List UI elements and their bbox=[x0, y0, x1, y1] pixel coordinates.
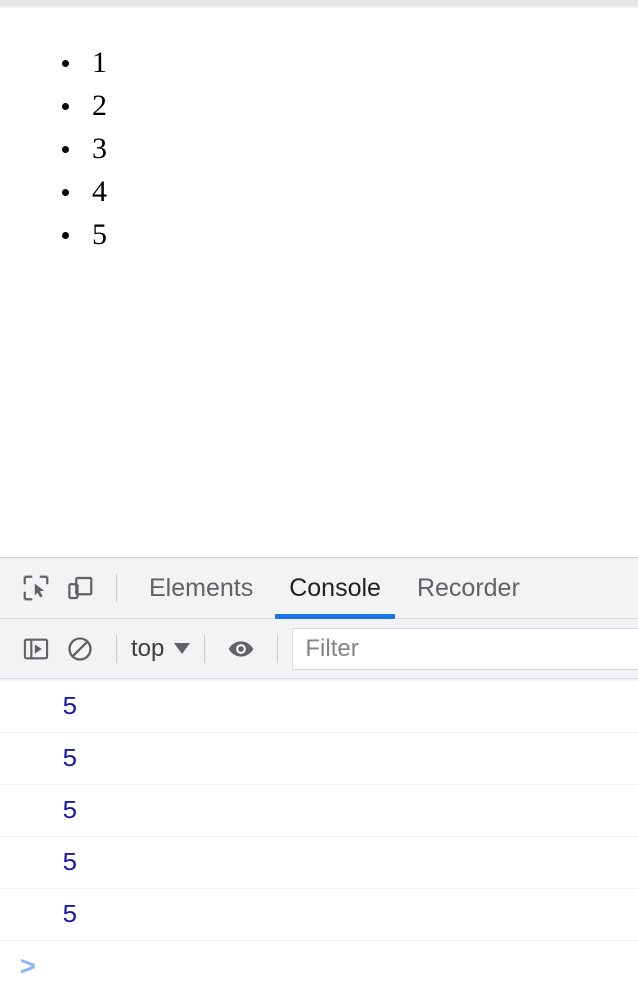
console-message-row: 5 bbox=[0, 785, 638, 837]
devtools-tabbar: Elements Console Recorder bbox=[0, 558, 638, 619]
devtools-panel: Elements Console Recorder top Filter 5 5… bbox=[0, 557, 638, 1000]
page-viewport: 1 2 3 4 5 bbox=[0, 8, 638, 557]
chevron-down-icon bbox=[174, 643, 191, 654]
clear-console-button[interactable] bbox=[58, 627, 102, 671]
console-message-row: 5 bbox=[0, 837, 638, 889]
toolbar-divider bbox=[204, 634, 206, 663]
device-toolbar-button[interactable] bbox=[58, 566, 102, 610]
toolbar-divider bbox=[116, 634, 117, 663]
list-item: 5 bbox=[62, 213, 638, 256]
live-expression-eye-icon bbox=[227, 635, 255, 663]
toolbar-divider bbox=[116, 574, 117, 602]
execution-context-selector[interactable]: top bbox=[131, 634, 191, 663]
console-message-row: 5 bbox=[0, 733, 638, 785]
execution-context-label: top bbox=[131, 634, 165, 662]
list-item: 4 bbox=[62, 170, 638, 213]
prompt-chevron-icon: > bbox=[20, 950, 36, 981]
clear-console-icon bbox=[66, 635, 94, 663]
console-prompt[interactable]: > bbox=[0, 941, 638, 991]
list-item: 1 bbox=[62, 41, 638, 84]
console-sidebar-toggle-button[interactable] bbox=[14, 627, 58, 671]
console-message-row: 5 bbox=[0, 889, 638, 941]
device-toolbar-icon bbox=[65, 573, 95, 603]
console-sidebar-toggle-icon bbox=[22, 635, 50, 663]
live-expression-button[interactable] bbox=[219, 627, 263, 671]
tab-recorder[interactable]: Recorder bbox=[399, 558, 538, 619]
tab-elements[interactable]: Elements bbox=[131, 558, 271, 619]
inspect-element-icon bbox=[21, 573, 51, 603]
page-bullet-list: 1 2 3 4 5 bbox=[0, 41, 638, 256]
list-item: 2 bbox=[62, 84, 638, 127]
filter-input[interactable] bbox=[292, 627, 638, 670]
toolbar-divider bbox=[277, 634, 279, 663]
list-item: 3 bbox=[62, 127, 638, 170]
inspect-element-button[interactable] bbox=[14, 566, 58, 610]
browser-window: 1 2 3 4 5 Elements Console Recorder top … bbox=[0, 0, 638, 1000]
tab-console[interactable]: Console bbox=[271, 558, 399, 619]
console-output[interactable]: 5 5 5 5 5 > bbox=[0, 681, 638, 1000]
console-message-row: 5 bbox=[0, 681, 638, 733]
console-toolbar: top bbox=[0, 619, 638, 679]
